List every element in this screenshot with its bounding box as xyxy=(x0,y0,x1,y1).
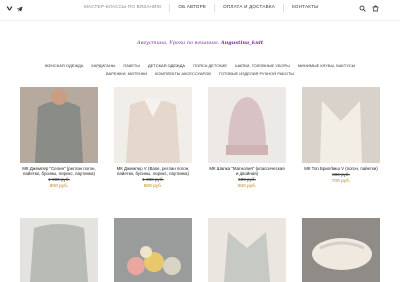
product-price: 700 руб. xyxy=(331,179,351,184)
nav-divider xyxy=(169,4,171,12)
category-hats[interactable]: Шапки, головные уборы xyxy=(231,62,294,70)
header-tools xyxy=(359,5,379,12)
nav-divider xyxy=(214,4,216,12)
product-old-price: 1 000 руб. xyxy=(48,177,70,182)
nav-master-classes[interactable]: Мастер-классы по вязанию xyxy=(80,4,165,12)
category-scarves[interactable]: Минимые клубы, бактусы xyxy=(294,62,359,70)
nav-about[interactable]: Об авторе xyxy=(174,4,210,12)
cart-icon[interactable] xyxy=(372,5,379,12)
top-bar: Мастер-классы по вязанию Об авторе Оплат… xyxy=(0,0,400,21)
nav-divider xyxy=(283,4,285,12)
product-price: 800 руб. xyxy=(143,184,163,189)
category-mittens[interactable]: Варежки, митенки xyxy=(102,70,151,78)
product-image[interactable] xyxy=(302,218,380,282)
nav-payment-delivery[interactable]: Оплата и доставка xyxy=(219,4,279,12)
category-kids-clothing[interactable]: Детская одежда xyxy=(144,62,189,70)
category-accessory-sets[interactable]: Комплекты аксессуаров xyxy=(151,70,215,78)
product-name[interactable]: МК Джемпер "Селин" (реглан погон, пайетк… xyxy=(20,166,98,176)
product-card[interactable]: МК Топ Брил/виш V (погон, пайетки) 800 р… xyxy=(302,87,380,184)
social-links xyxy=(6,5,23,12)
product-card[interactable]: МК Джемпер "Селин" (реглан погон, пайетк… xyxy=(20,87,98,189)
category-cardigans[interactable]: Кардиганы xyxy=(87,62,119,70)
product-image[interactable] xyxy=(20,87,98,163)
product-old-price: 1 000 руб. xyxy=(142,177,164,182)
product-image[interactable] xyxy=(114,87,192,163)
product-price: 800 руб. xyxy=(49,184,69,189)
product-price: 500 руб. xyxy=(237,184,257,189)
product-name[interactable]: МК Джемпер V (Base, реглан погон, пайетк… xyxy=(114,166,192,176)
product-image[interactable] xyxy=(208,87,286,163)
product-image[interactable] xyxy=(208,218,286,282)
product-name[interactable]: МК Шапка "Магнолия" (классическая и двой… xyxy=(208,166,286,176)
vk-icon[interactable] xyxy=(6,5,13,12)
category-bags[interactable]: Пакеты xyxy=(119,62,144,70)
tagline: Августина. Уроки по вязанию. Augustina_k… xyxy=(0,40,400,46)
category-kids-belts[interactable]: Пояса детские xyxy=(189,62,231,70)
product-card[interactable]: МК Шапка "Магнолия" (классическая и двой… xyxy=(208,87,286,189)
product-old-price: 600 руб. xyxy=(238,177,256,182)
category-handmade[interactable]: Готовые изделия ручной работы xyxy=(215,70,298,78)
nav-contacts[interactable]: Контакты xyxy=(288,4,322,12)
product-image[interactable] xyxy=(20,218,98,282)
category-list: Женская одежда Кардиганы Пакеты Детская … xyxy=(28,62,372,78)
product-old-price: 800 руб. xyxy=(332,172,350,177)
tagline-text: Августина. Уроки по вязанию. xyxy=(136,40,220,46)
main-nav: Мастер-классы по вязанию Об авторе Оплат… xyxy=(80,4,322,12)
product-card[interactable]: МК Джемпер V (Base, реглан погон, пайетк… xyxy=(114,87,192,189)
product-name[interactable]: МК Топ Брил/виш V (погон, пайетки) xyxy=(302,166,380,171)
product-image[interactable] xyxy=(114,218,192,282)
product-image[interactable] xyxy=(302,87,380,163)
search-icon[interactable] xyxy=(359,5,366,12)
category-womens-clothing[interactable]: Женская одежда xyxy=(41,62,88,70)
tagline-handle[interactable]: Augustina_knit xyxy=(221,40,263,46)
telegram-icon[interactable] xyxy=(16,5,23,12)
